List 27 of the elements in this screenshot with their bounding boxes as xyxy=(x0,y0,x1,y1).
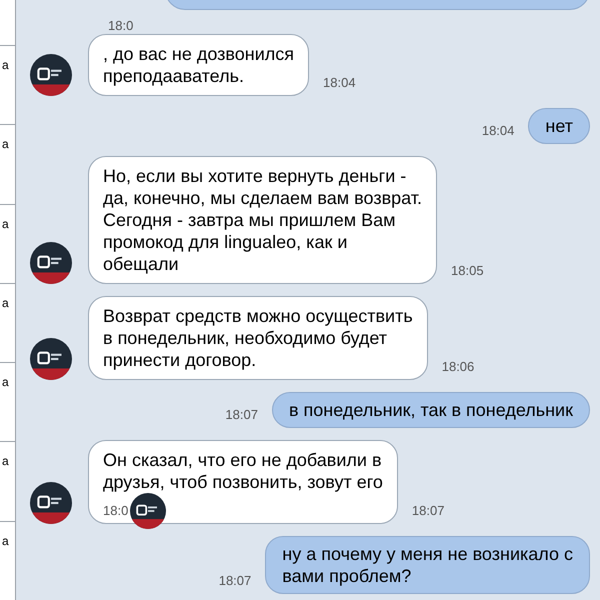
contact-label: а xyxy=(1,534,10,548)
avatar-icon xyxy=(130,493,166,529)
message-time: 18:05 xyxy=(451,262,484,280)
contact-label: а xyxy=(1,454,10,468)
message-time: 18:04 xyxy=(482,122,514,140)
message-time: 18:07 xyxy=(218,572,252,590)
message-time: 18:0 xyxy=(103,502,128,520)
message-bubble: Но, если вы хотите вернуть деньги - да, конечно, мы сделаем вам возврат. Сегодня - завтра мы пришлем Вам промокод для lingualeo, как и обещали xyxy=(88,156,438,284)
message-bubble: ну а почему у меня не возникало с вами проблем? xyxy=(265,536,590,594)
contact-label: а xyxy=(1,216,10,231)
avatar-icon xyxy=(30,482,72,524)
avatar-icon xyxy=(30,242,72,284)
message-time: 18:0 xyxy=(108,18,134,33)
contact-label: а xyxy=(1,375,10,390)
avatar-icon xyxy=(30,54,72,96)
message-time: 18:07 xyxy=(412,502,444,520)
message-bubble: нет xyxy=(528,108,590,144)
message-bubble: Возврат средств можно осуществить в понедельник, необходимо будет принести договор. xyxy=(88,296,428,380)
message-time: 18:07 xyxy=(225,406,258,424)
avatar-icon xyxy=(30,338,72,380)
message-bubble: в понедельник, так в понедельник xyxy=(272,392,590,428)
message-bubble: , до вас не дозвонился преподааватель. xyxy=(88,34,310,96)
contact-label: а xyxy=(1,137,10,152)
contact-label: а xyxy=(1,58,10,72)
message-time: 18:06 xyxy=(442,358,474,376)
contact-label: а xyxy=(1,296,10,310)
message-time: 18:04 xyxy=(323,74,356,92)
